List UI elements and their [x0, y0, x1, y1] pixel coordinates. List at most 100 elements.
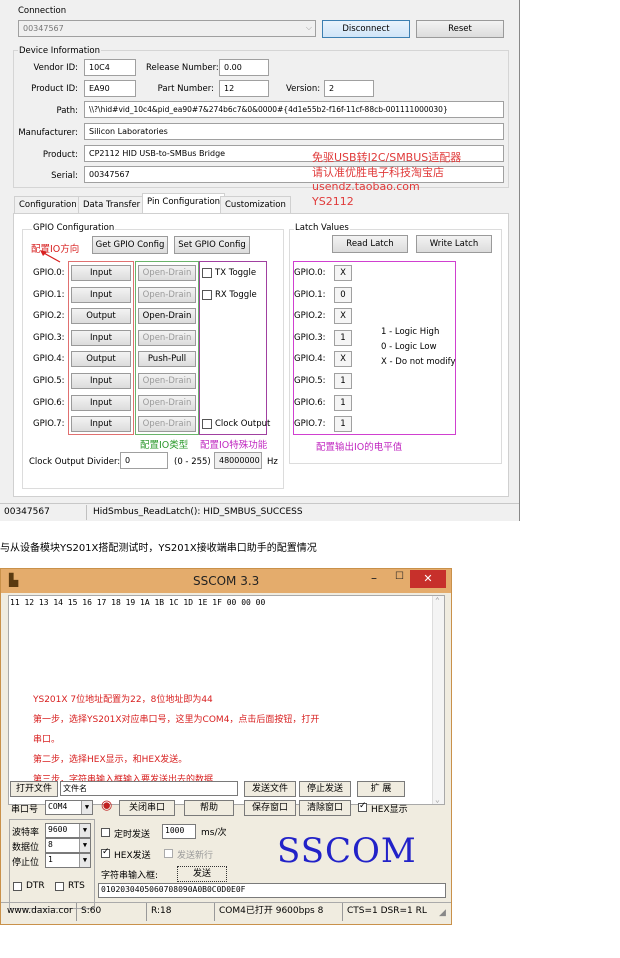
stop-send-button[interactable]: 停止发送 [299, 781, 351, 797]
gpio-pin-label: GPIO.6: [33, 397, 65, 408]
latch-value-button[interactable]: 1 [334, 416, 352, 433]
data-bits-select[interactable]: 8 ▼ [45, 838, 91, 853]
port-select[interactable]: COM4 ▼ [45, 800, 93, 815]
tab-customization[interactable]: Customization [220, 196, 291, 213]
file-name-field[interactable]: 文件名 [60, 781, 238, 796]
device-select[interactable]: 00347567 ⌵ [18, 20, 316, 37]
help-button[interactable]: 帮助 [184, 800, 234, 816]
gpio-direction-button[interactable]: Output [71, 308, 131, 325]
maximize-icon[interactable]: ☐ [395, 571, 404, 582]
interval-field[interactable]: 1000 [162, 824, 196, 839]
clear-window-button[interactable]: 清除窗口 [299, 800, 351, 816]
gpio-special-checkbox[interactable] [202, 268, 212, 278]
gpio-pin-label: GPIO.7: [33, 419, 65, 430]
latch-note: 配置输出IO的电平值 [316, 442, 403, 453]
send-file-button[interactable]: 发送文件 [244, 781, 296, 797]
gpio-special-label: Clock Output [215, 419, 271, 430]
manufacturer-field: Silicon Laboratories [84, 123, 504, 140]
tab-data-transfer[interactable]: Data Transfer [78, 196, 146, 213]
scroll-up-icon[interactable]: ⌃ [435, 596, 440, 605]
gpio-mode-button[interactable]: Open-Drain [138, 394, 196, 411]
gpio-direction-button[interactable]: Input [71, 286, 131, 303]
pin-config-panel: GPIO Configuration 配置IO方向 Get GPIO Confi… [13, 213, 509, 497]
expand-button[interactable]: 扩 展 [357, 781, 405, 797]
gpio-config-group-label: GPIO Configuration [32, 223, 116, 233]
dtr-checkbox[interactable] [13, 882, 22, 891]
scroll-down-icon[interactable]: ⌄ [435, 795, 440, 804]
latch-pin-label: GPIO.5: [294, 376, 326, 386]
tab-pin-configuration[interactable]: Pin Configuration [142, 193, 226, 214]
receive-area[interactable]: 11 12 13 14 15 16 17 18 19 1A 1B 1C 1D 1… [8, 595, 445, 805]
tab-configuration[interactable]: Configuration [14, 196, 82, 213]
baud-label: 波特率 [12, 828, 40, 838]
send-input[interactable]: 0102030405060708090A0B0C0D0E0F [98, 883, 446, 898]
gpio-mode-button[interactable]: Open-Drain [138, 373, 196, 389]
chevron-down-icon: ▼ [79, 839, 90, 852]
set-gpio-config-button[interactable]: Set GPIO Config [174, 236, 250, 254]
timed-send-checkbox[interactable] [101, 828, 110, 837]
stop-bits-select-value: 1 [48, 855, 53, 864]
gpio-special-checkbox[interactable] [202, 289, 212, 300]
hex-send-checkbox[interactable]: ✓ [101, 847, 110, 858]
stop-bits-select[interactable]: 1 ▼ [45, 853, 91, 868]
send-newline-label: 发送新行 [177, 851, 214, 861]
gpio-pin-label: GPIO.5: [33, 376, 65, 386]
path-label: Path: [56, 106, 78, 116]
part-number-label: Part Number: [157, 84, 214, 94]
gpio-special-checkbox[interactable] [202, 419, 212, 430]
data-bits-select-value: 8 [48, 840, 53, 849]
open-file-button[interactable]: 打开文件 [10, 781, 58, 797]
port-status-icon: ◉ [101, 798, 113, 813]
hex-display-checkbox[interactable]: ✓ [358, 801, 367, 812]
hex-display-label: HEX显示 [371, 805, 408, 815]
read-latch-button[interactable]: Read Latch [332, 235, 408, 253]
write-latch-button[interactable]: Write Latch [416, 235, 492, 253]
latch-value-button[interactable]: 0 [334, 286, 352, 303]
get-gpio-config-button[interactable]: Get GPIO Config [92, 236, 168, 254]
rts-checkbox[interactable] [55, 882, 64, 891]
latch-pin-label: GPIO.4: [294, 354, 326, 365]
gpio-mode-button[interactable]: Open-Drain [138, 308, 196, 325]
gpio-direction-button[interactable]: Input [71, 265, 131, 281]
cp2112-window: Connection 00347567 ⌵ Disconnect Reset D… [0, 0, 520, 521]
close-port-button[interactable]: 关闭串口 [119, 800, 175, 816]
gpio-pin-label: GPIO.2: [33, 311, 65, 322]
latch-value-button[interactable]: 1 [334, 329, 352, 346]
close-icon[interactable]: ✕ [410, 570, 446, 588]
save-window-button[interactable]: 保存窗口 [244, 800, 296, 816]
baud-select[interactable]: 9600 ▼ [45, 823, 91, 838]
clock-divider-field[interactable]: 0 [120, 452, 168, 469]
overlay-ad: 免驱USB转I2C/SMBUS适配器 请认准优胜电子科技淘宝店 usendz.t… [312, 151, 461, 209]
product-id-label: Product ID: [31, 84, 78, 94]
gpio-special-label: RX Toggle [215, 289, 257, 300]
latch-value-button[interactable]: X [334, 265, 352, 281]
gpio-mode-button[interactable]: Push-Pull [138, 351, 196, 368]
gpio-direction-button[interactable]: Input [71, 394, 131, 411]
clock-unit-label: Hz [267, 457, 278, 467]
release-number-field: 0.00 [219, 59, 269, 76]
disconnect-button[interactable]: Disconnect [322, 20, 410, 38]
gpio-direction-button[interactable]: Input [71, 329, 131, 346]
gpio-direction-button[interactable]: Input [71, 373, 131, 389]
legend-low: 0 - Logic Low [381, 342, 437, 352]
reset-button[interactable]: Reset [416, 20, 504, 38]
latch-value-button[interactable]: X [334, 351, 352, 368]
send-button[interactable]: 发送 [177, 866, 227, 882]
gpio-mode-button[interactable]: Open-Drain [138, 286, 196, 303]
version-field: 2 [324, 80, 374, 97]
gpio-mode-button[interactable]: Open-Drain [138, 329, 196, 346]
gpio-pin-label: GPIO.0: [33, 268, 65, 278]
status-received-count: R:18 [149, 903, 215, 921]
gpio-direction-button[interactable]: Input [71, 416, 131, 433]
latch-value-button[interactable]: X [334, 308, 352, 325]
send-newline-checkbox[interactable] [164, 849, 173, 858]
gpio-mode-button[interactable]: Open-Drain [138, 416, 196, 433]
gpio-mode-button[interactable]: Open-Drain [138, 265, 196, 281]
minimize-icon[interactable]: – [371, 571, 377, 585]
gpio-direction-button[interactable]: Output [71, 351, 131, 368]
scrollbar[interactable]: ⌃ ⌄ [432, 596, 444, 804]
latch-value-button[interactable]: 1 [334, 373, 352, 389]
resize-grip-icon[interactable]: ◢ [439, 908, 446, 918]
timed-send-label: 定时发送 [114, 830, 151, 840]
latch-value-button[interactable]: 1 [334, 394, 352, 411]
